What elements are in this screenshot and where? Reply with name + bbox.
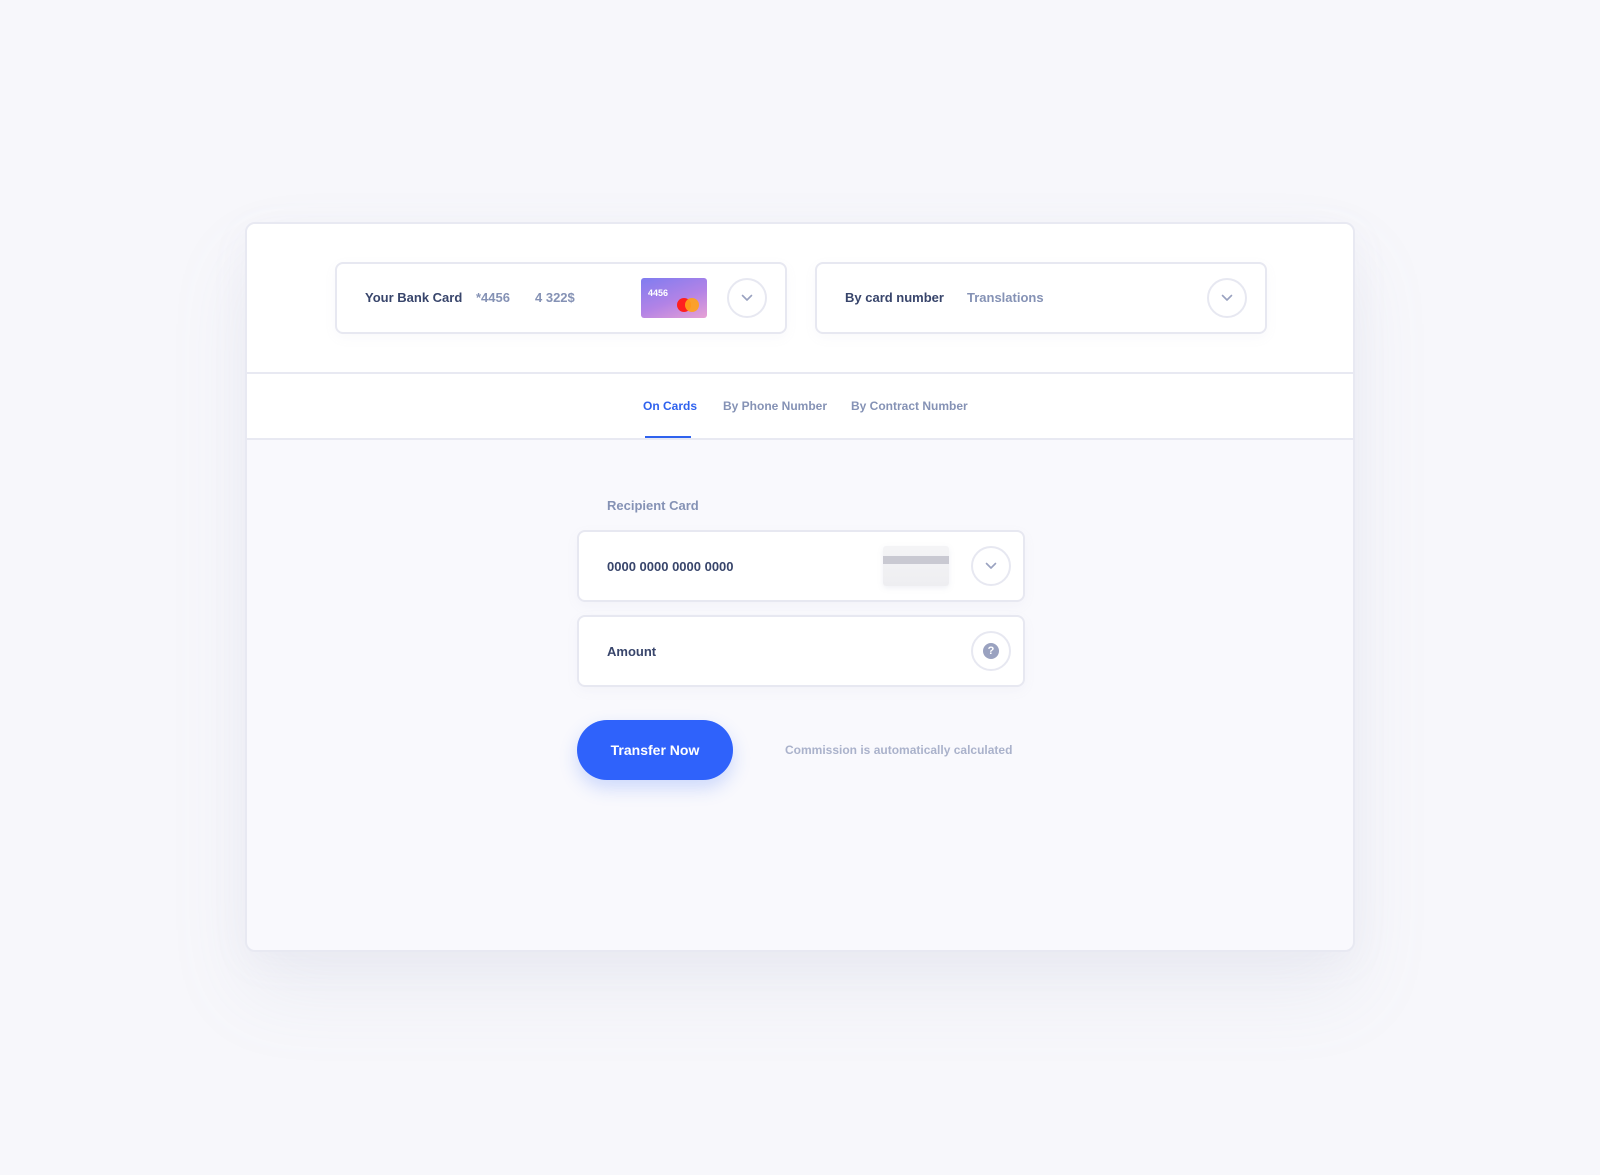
tab-by-phone-number[interactable]: By Phone Number [723,374,827,438]
chevron-down-icon [985,562,997,569]
transfer-method-label: By card number [845,290,944,305]
bank-card-thumbnail: 4456 [641,278,707,318]
commission-note: Commission is automatically calculated [785,743,1013,757]
source-card-label: Your Bank Card [365,290,463,305]
card-placeholder-image [883,546,949,586]
active-tab-indicator [645,436,691,438]
card-magnetic-stripe [883,556,949,564]
transfer-method-select[interactable]: By card number Translations [815,262,1267,334]
source-card-balance: 4 322$ [535,290,575,305]
tab-by-contract-number[interactable]: By Contract Number [851,374,968,438]
card-thumbnail-number: 4456 [648,288,669,298]
amount-field[interactable]: ? [577,615,1025,687]
transfer-type-tabs: On Cards By Phone Number By Contract Num… [247,374,1353,440]
transfer-now-button[interactable]: Transfer Now [577,720,733,780]
source-card-masked-number: *4456 [476,290,510,305]
transfer-method-dropdown-button[interactable] [1207,278,1247,318]
source-card-dropdown-button[interactable] [727,278,767,318]
amount-help-button[interactable]: ? [971,631,1011,671]
recipient-card-field[interactable] [577,530,1025,602]
recipient-card-dropdown-button[interactable] [971,546,1011,586]
tab-on-cards[interactable]: On Cards [643,374,697,438]
transfer-panel: Your Bank Card *4456 4 322$ 4456 By card… [245,222,1355,952]
chevron-down-icon [741,294,753,301]
mastercard-logo-icon-right [685,298,699,312]
chevron-down-icon [1221,294,1233,301]
help-icon: ? [983,643,999,659]
recipient-card-input[interactable] [607,532,867,600]
recipient-card-label: Recipient Card [607,498,699,513]
amount-input[interactable] [607,617,867,685]
card-selection-section: Your Bank Card *4456 4 322$ 4456 By card… [247,224,1353,374]
source-card-select[interactable]: Your Bank Card *4456 4 322$ 4456 [335,262,787,334]
transfer-method-value: Translations [967,290,1044,305]
